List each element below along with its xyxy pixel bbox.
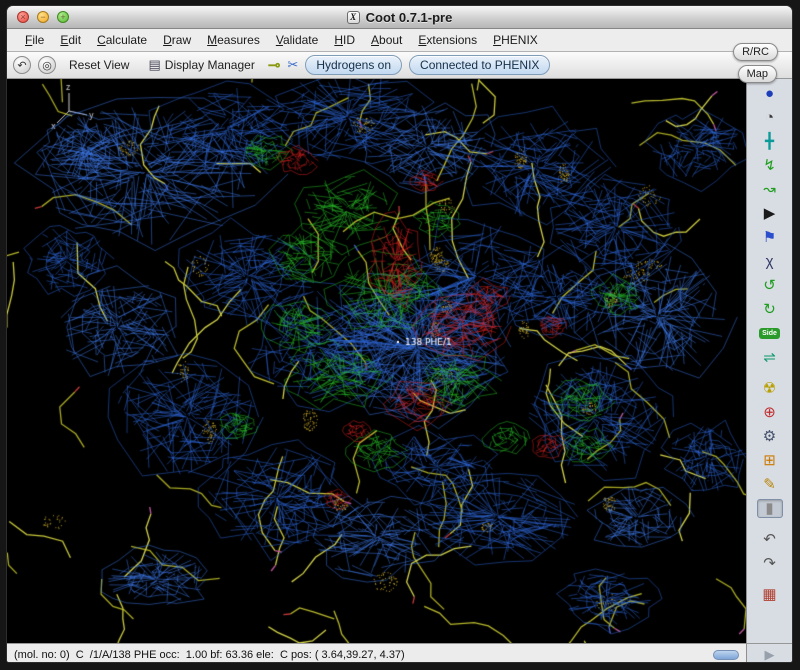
menu-extensions[interactable]: Extensions — [410, 30, 485, 50]
hydrogens-toggle-button[interactable]: Hydrogens on — [305, 55, 402, 75]
scene-preset-icon[interactable]: ▦ — [757, 585, 783, 604]
status-row: (mol. no: 0) C /1/A/138 PHE occ: 1.00 bf… — [7, 643, 792, 663]
menu-draw[interactable]: Draw — [155, 30, 199, 50]
menu-phenix[interactable]: PHENIX — [485, 30, 546, 50]
view-target-icon: ◎ — [42, 59, 52, 72]
menu-edit[interactable]: Edit — [52, 30, 89, 50]
chi-angles-icon[interactable]: χ — [757, 252, 783, 271]
clock-view-icon[interactable]: ◔ — [757, 108, 783, 127]
menu-measures[interactable]: Measures — [199, 30, 268, 50]
mutate-icon[interactable]: ☢ — [757, 379, 783, 398]
coot-window: × − + X Coot 0.7.1-pre FileEditCalculate… — [6, 5, 793, 663]
molecular-viewport[interactable] — [7, 79, 746, 643]
statusbar: (mol. no: 0) C /1/A/138 PHE occ: 1.00 bf… — [7, 643, 746, 663]
flip-peptide-icon[interactable]: ⇌ — [757, 348, 783, 367]
minimize-icon: − — [40, 13, 45, 22]
display-manager-label: Display Manager — [165, 58, 255, 72]
menu-file[interactable]: File — [17, 30, 52, 50]
display-manager-icon: ▤ — [148, 57, 160, 73]
side-chain-flip-icon[interactable]: Side — [757, 324, 783, 343]
menu-about[interactable]: About — [363, 30, 410, 50]
viewport-area — [7, 79, 746, 643]
view-target-button[interactable]: ◎ — [38, 56, 56, 74]
clipping-icon[interactable]: ✂ — [287, 57, 298, 73]
auto-fit-rotamer-icon[interactable]: ↻ — [757, 300, 783, 319]
reset-view-button[interactable]: Reset View — [63, 56, 135, 74]
close-icon: × — [20, 13, 25, 22]
zoom-button[interactable]: + — [57, 11, 69, 23]
toolbar: ↶ ◎ Reset View ▤ Display Manager ⊸ ✂ Hyd… — [7, 52, 792, 79]
regularize-zone-icon[interactable]: ↝ — [757, 180, 783, 199]
reset-view-label: Reset View — [69, 58, 129, 72]
window-title: X Coot 0.7.1-pre — [347, 10, 453, 25]
statusbar-text: (mol. no: 0) C /1/A/138 PHE occ: 1.00 bf… — [14, 649, 405, 661]
menu-validate[interactable]: Validate — [268, 30, 327, 50]
statusbar-corner[interactable]: ▶ — [746, 643, 792, 663]
corner-play-icon: ▶ — [765, 647, 775, 663]
go-to-atom-icon[interactable]: ⊸ — [268, 56, 281, 74]
display-manager-button[interactable]: ▤ Display Manager — [142, 55, 260, 75]
x11-icon: X — [347, 11, 360, 24]
main-area: ● ◔ ╋ ↯ ↝ ▶ ⚑ χ ↺ ↻ Side ⇌ ☢ ⊕ ⚙ ⊞ ✎ ▮ ↶ ↷ ▦ — [7, 79, 792, 643]
sidebar: ● ◔ ╋ ↯ ↝ ▶ ⚑ χ ↺ ↻ Side ⇌ ☢ ⊕ ⚙ ⊞ ✎ ▮ ↶ ↷ ▦ — [746, 79, 792, 643]
status-scrollbar[interactable] — [713, 650, 739, 660]
titlebar[interactable]: × − + X Coot 0.7.1-pre — [7, 6, 792, 29]
flag-icon[interactable]: ⚑ — [757, 228, 783, 247]
delete-item-icon[interactable]: ▮ — [757, 499, 783, 518]
redo-icon[interactable]: ↷ — [757, 554, 783, 573]
map-sphere-icon[interactable]: ● — [757, 84, 783, 103]
traffic-lights: × − + — [17, 6, 69, 28]
rrc-button[interactable]: R/RC — [733, 43, 778, 61]
menu-calculate[interactable]: Calculate — [89, 30, 155, 50]
menu-hid[interactable]: HID — [326, 30, 363, 50]
move-zone-icon[interactable]: ╋ — [757, 132, 783, 151]
menubar: FileEditCalculateDrawMeasuresValidateHID… — [7, 29, 792, 52]
view-back-icon: ↶ — [17, 59, 26, 72]
real-space-refine-icon[interactable]: ↯ — [757, 156, 783, 175]
view-back-button[interactable]: ↶ — [13, 56, 31, 74]
add-atom-icon[interactable]: ⊕ — [757, 403, 783, 422]
rotate-translate-icon[interactable]: ↺ — [757, 276, 783, 295]
phenix-connection-button[interactable]: Connected to PHENIX — [409, 55, 550, 75]
pointer-icon[interactable]: ▶ — [757, 204, 783, 223]
undo-icon[interactable]: ↶ — [757, 530, 783, 549]
window-title-text: Coot 0.7.1-pre — [366, 10, 453, 25]
zoom-icon: + — [60, 13, 65, 22]
add-residue-icon[interactable]: ⊞ — [757, 451, 783, 470]
map-button[interactable]: Map — [738, 65, 777, 83]
add-alt-conf-icon[interactable]: ⚙ — [757, 427, 783, 446]
sculpt-icon[interactable]: ✎ — [757, 475, 783, 494]
minimize-button[interactable]: − — [37, 11, 49, 23]
close-button[interactable]: × — [17, 11, 29, 23]
